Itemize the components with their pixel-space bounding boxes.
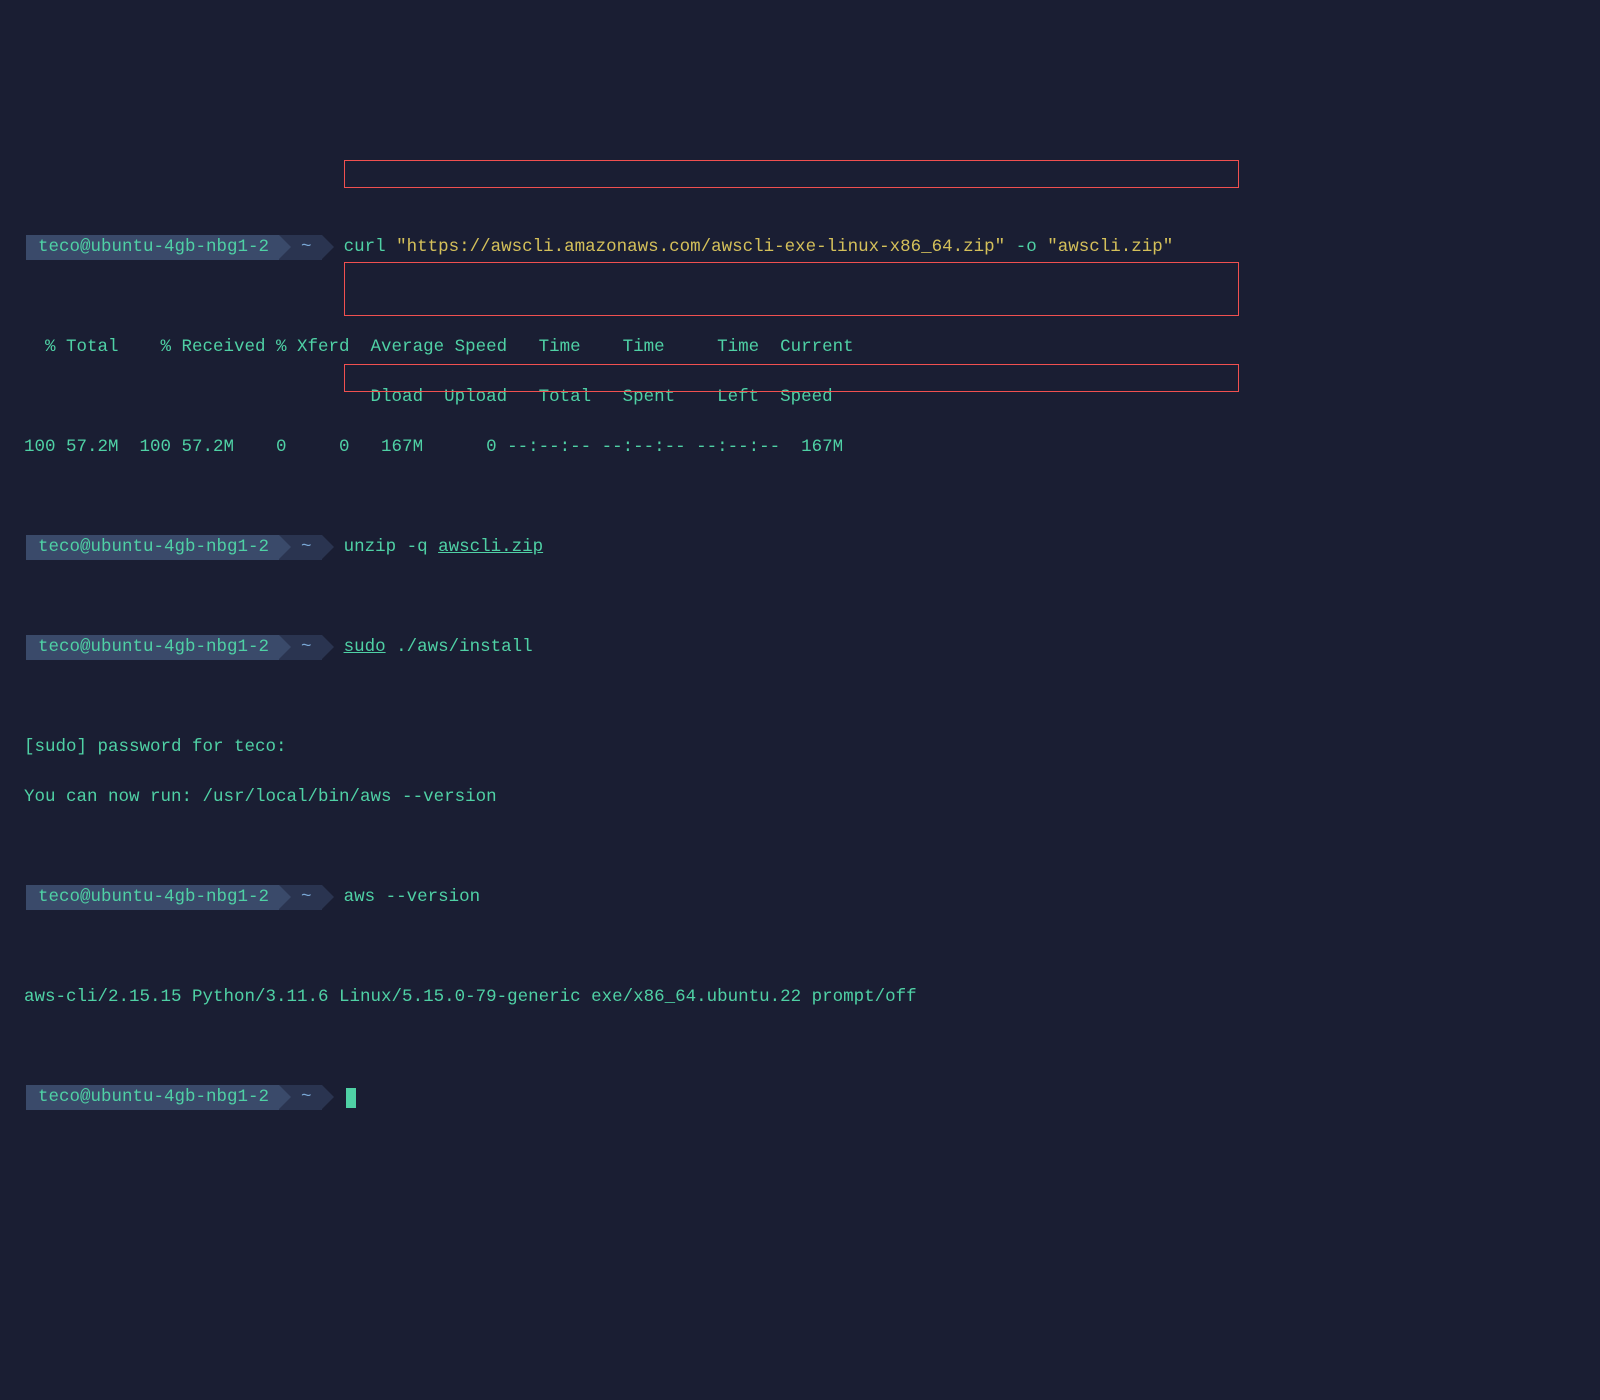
- command-aws-version: aws --version: [322, 885, 481, 910]
- prompt-userhost: teco@ubuntu-4gb-nbg1-2: [26, 635, 279, 660]
- prompt-userhost: teco@ubuntu-4gb-nbg1-2: [26, 235, 279, 260]
- prompt-userhost: teco@ubuntu-4gb-nbg1-2: [26, 535, 279, 560]
- prompt-line-active[interactable]: teco@ubuntu-4gb-nbg1-2~: [20, 1085, 1580, 1110]
- prompt-line-3: teco@ubuntu-4gb-nbg1-2~sudo ./aws/instal…: [20, 635, 1580, 660]
- install-complete-msg: You can now run: /usr/local/bin/aws --ve…: [20, 785, 1580, 810]
- sudo-password-prompt: [sudo] password for teco:: [20, 735, 1580, 760]
- command-sudo-install: sudo ./aws/install: [322, 635, 533, 660]
- prompt-line-4: teco@ubuntu-4gb-nbg1-2~aws --version: [20, 885, 1580, 910]
- prompt-userhost: teco@ubuntu-4gb-nbg1-2: [26, 885, 279, 910]
- prompt-line-2: teco@ubuntu-4gb-nbg1-2~unzip -q awscli.z…: [20, 535, 1580, 560]
- curl-output-header1: % Total % Received % Xferd Average Speed…: [20, 335, 1580, 360]
- curl-output-header2: Dload Upload Total Spent Left Speed: [20, 385, 1580, 410]
- terminal-window[interactable]: teco@ubuntu-4gb-nbg1-2~ curl "https://aws…: [20, 160, 1580, 1285]
- highlight-box-1: [344, 160, 1239, 188]
- command-unzip: unzip -q awscli.zip: [322, 535, 544, 560]
- cursor-icon: [346, 1088, 356, 1108]
- command-curl: curl "https://awscli.amazonaws.com/awscl…: [322, 235, 1174, 260]
- prompt-userhost: teco@ubuntu-4gb-nbg1-2: [26, 1085, 279, 1110]
- highlight-box-2: [344, 262, 1239, 316]
- curl-output-progress: 100 57.2M 100 57.2M 0 0 167M 0 --:--:-- …: [20, 435, 1580, 460]
- aws-version-output: aws-cli/2.15.15 Python/3.11.6 Linux/5.15…: [20, 985, 1580, 1010]
- prompt-line-1: teco@ubuntu-4gb-nbg1-2~curl "https://aws…: [20, 235, 1580, 260]
